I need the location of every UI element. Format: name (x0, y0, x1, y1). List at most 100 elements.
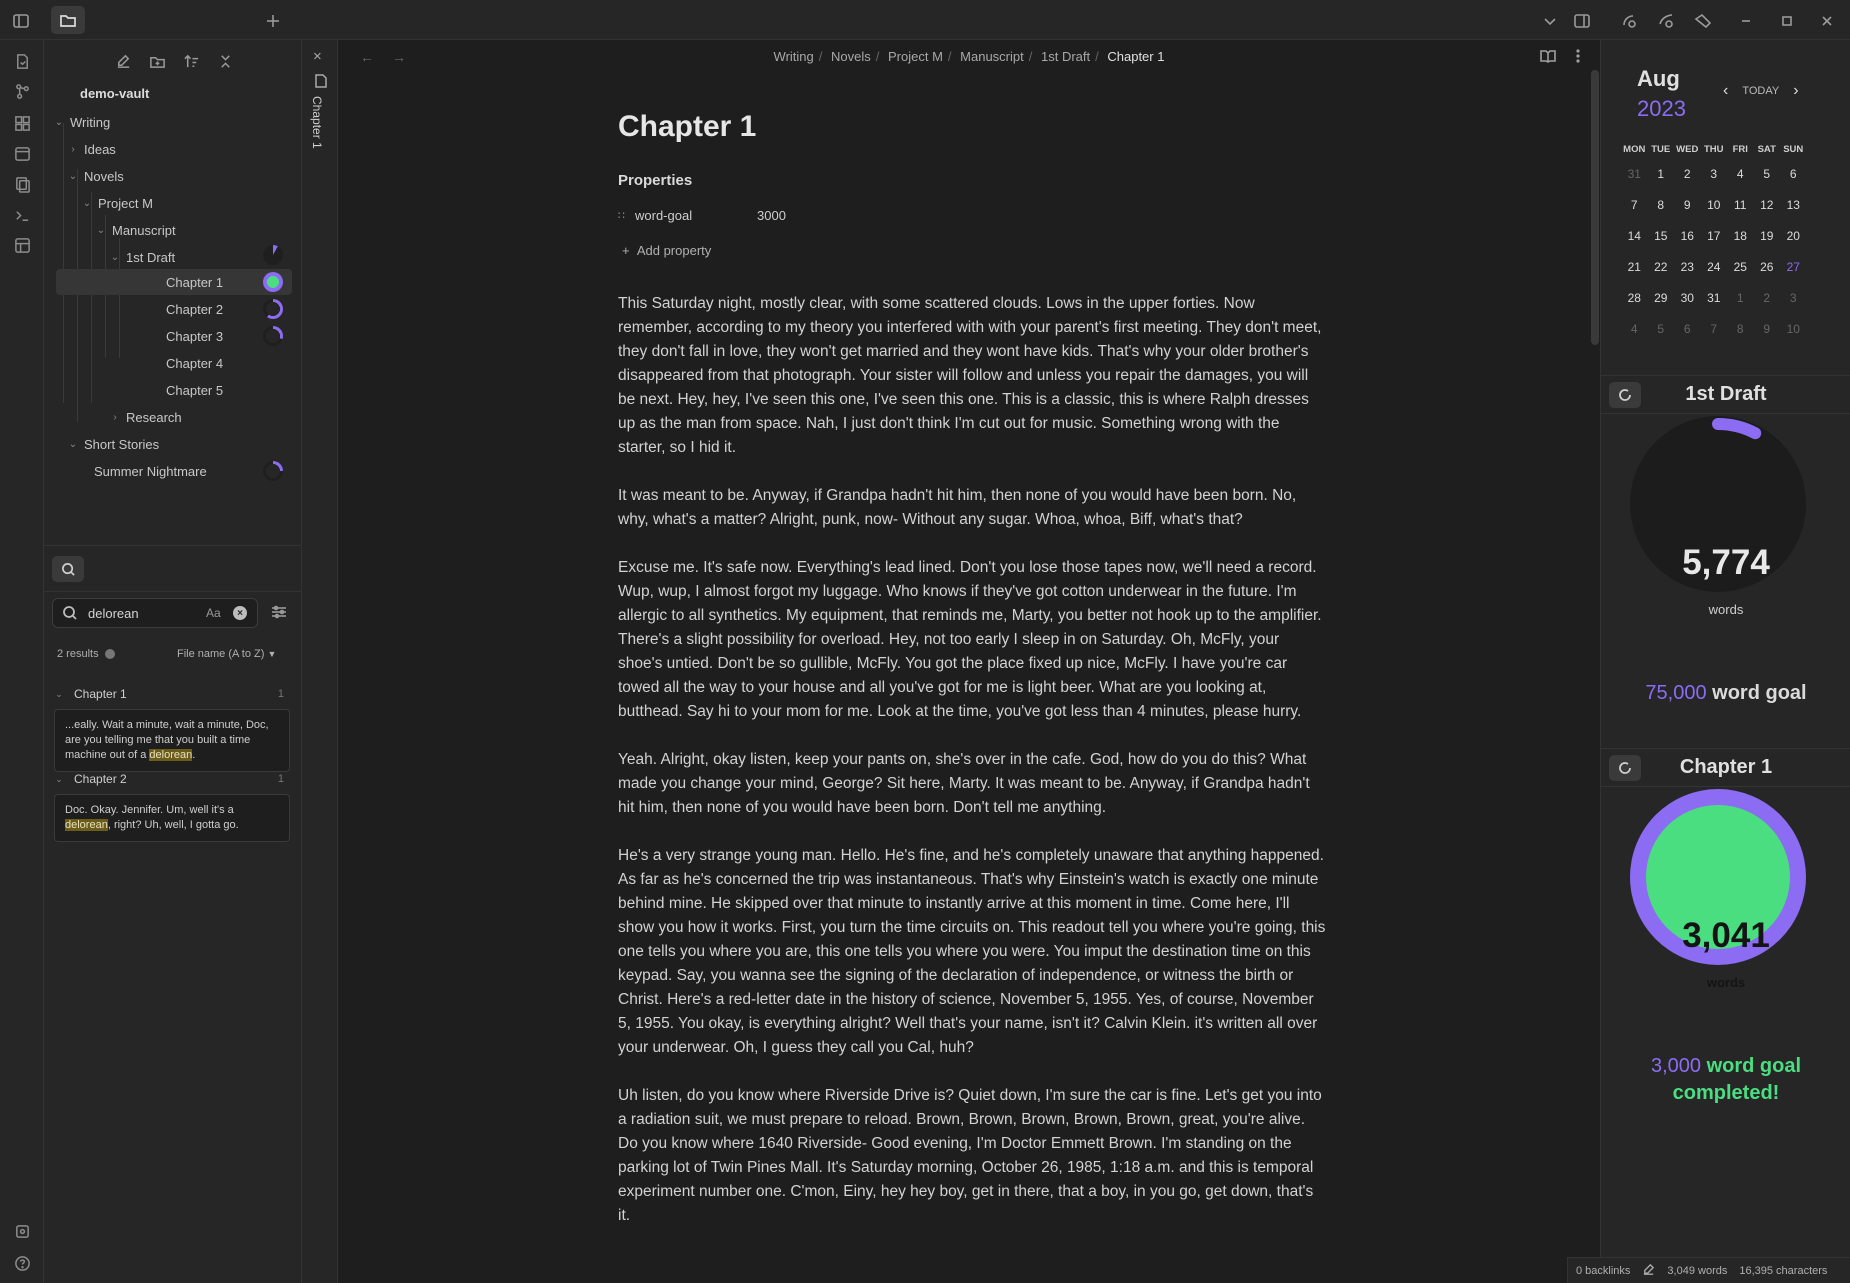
calendar-day[interactable]: 15 (1648, 229, 1675, 243)
sync-icon[interactable] (1618, 10, 1640, 32)
file-chapter-2[interactable]: Chapter 2 (166, 296, 223, 322)
file-chapter-4[interactable]: Chapter 4 (166, 350, 223, 376)
match-case-toggle[interactable]: Aa (206, 606, 221, 620)
calendar-day[interactable]: 17 (1701, 229, 1728, 243)
calendar-day[interactable]: 18 (1727, 229, 1754, 243)
templates-icon[interactable] (11, 173, 33, 195)
file-chapter-5[interactable]: Chapter 5 (166, 377, 223, 403)
new-tab-icon[interactable] (262, 10, 284, 32)
calendar-day[interactable]: 26 (1754, 260, 1781, 274)
publish-icon[interactable] (1655, 10, 1677, 32)
calendar-day[interactable]: 1 (1648, 167, 1675, 181)
calendar-day[interactable]: 5 (1648, 322, 1675, 336)
calendar-day[interactable]: 9 (1674, 198, 1701, 212)
search-input[interactable]: delorean Aa × (52, 598, 258, 628)
edit-icon[interactable] (1642, 1263, 1655, 1279)
calendar-day[interactable]: 25 (1727, 260, 1754, 274)
calendar-icon[interactable] (11, 142, 33, 164)
calendar-day[interactable]: 19 (1754, 229, 1781, 243)
breadcrumb-item[interactable]: Manuscript (960, 49, 1024, 64)
result-snippet[interactable]: ...eally. Wait a minute, wait a minute, … (54, 709, 290, 772)
layout-icon[interactable] (11, 234, 33, 256)
clear-search-icon[interactable]: × (233, 606, 247, 620)
calendar-day[interactable]: 23 (1674, 260, 1701, 274)
calendar-day[interactable]: 7 (1701, 322, 1728, 336)
sidebar-toggle-icon[interactable] (10, 10, 32, 32)
breadcrumb-item[interactable]: Novels (831, 49, 871, 64)
search-settings-icon[interactable] (270, 603, 290, 623)
folder-novels[interactable]: ⌄ Novels (66, 163, 124, 189)
calendar-day[interactable]: 3 (1780, 291, 1807, 305)
folder-manuscript[interactable]: ⌄ Manuscript (94, 217, 176, 243)
reading-view-icon[interactable] (1540, 48, 1556, 69)
command-palette-icon[interactable] (11, 204, 33, 226)
page-title[interactable]: Chapter 1 (618, 110, 756, 144)
new-folder-icon[interactable] (146, 50, 168, 72)
calendar-day[interactable]: 6 (1674, 322, 1701, 336)
close-tab-icon[interactable]: × (313, 48, 322, 65)
calendar-day[interactable]: 21 (1621, 260, 1648, 274)
calendar-day[interactable]: 11 (1727, 198, 1754, 212)
calendar-day[interactable]: 4 (1621, 322, 1648, 336)
file-explorer-tab-button[interactable] (51, 6, 85, 34)
calendar-day[interactable]: 27 (1780, 260, 1807, 274)
file-chapter-3[interactable]: Chapter 3 (166, 323, 223, 349)
calendar-day[interactable]: 10 (1701, 198, 1728, 212)
calendar-day[interactable]: 31 (1701, 291, 1728, 305)
property-value[interactable]: 3000 (757, 208, 786, 223)
note-body[interactable]: This Saturday night, mostly clear, with … (618, 292, 1326, 1252)
calendar-day[interactable]: 7 (1621, 198, 1648, 212)
maximize-icon[interactable] (1776, 10, 1798, 32)
minimize-icon[interactable] (1735, 10, 1757, 32)
quick-switcher-icon[interactable] (11, 50, 33, 72)
calendar-day[interactable]: 24 (1701, 260, 1728, 274)
calendar-day[interactable]: 16 (1674, 229, 1701, 243)
calendar-day[interactable]: 31 (1621, 167, 1648, 181)
breadcrumb-item[interactable]: 1st Draft (1041, 49, 1090, 64)
collapse-all-icon[interactable] (214, 50, 236, 72)
folder-1st-draft[interactable]: ⌄ 1st Draft (108, 244, 175, 270)
breadcrumb-item[interactable]: Writing (774, 49, 814, 64)
folder-writing[interactable]: ⌄ Writing (52, 109, 110, 135)
previous-month-icon[interactable]: ‹ (1723, 82, 1728, 100)
canvas-icon[interactable] (11, 112, 33, 134)
calendar-day[interactable]: 22 (1648, 260, 1675, 274)
backlinks-count[interactable]: 0 backlinks (1576, 1265, 1630, 1277)
calendar-day[interactable]: 14 (1621, 229, 1648, 243)
sort-dropdown[interactable]: File name (A to Z) ▼ (177, 648, 276, 660)
calendar-day[interactable]: 29 (1648, 291, 1675, 305)
tab-chapter-1[interactable]: Chapter 1 (310, 96, 324, 149)
calendar-day[interactable]: 2 (1754, 291, 1781, 305)
calendar-day[interactable]: 4 (1727, 167, 1754, 181)
today-button[interactable]: TODAY (1742, 85, 1779, 97)
breadcrumb-current[interactable]: Chapter 1 (1107, 49, 1164, 64)
calendar-day[interactable]: 1 (1727, 291, 1754, 305)
result-header-chapter-2[interactable]: ⌄ Chapter 21 (52, 768, 292, 790)
calendar-day[interactable]: 13 (1780, 198, 1807, 212)
calendar-day[interactable]: 2 (1674, 167, 1701, 181)
folder-short-stories[interactable]: ⌄ Short Stories (66, 431, 159, 457)
vault-name[interactable]: demo-vault (80, 86, 149, 101)
more-options-icon[interactable] (1570, 48, 1586, 69)
info-icon[interactable] (104, 649, 115, 659)
properties-heading[interactable]: Properties (618, 172, 692, 189)
calendar-day[interactable]: 20 (1780, 229, 1807, 243)
right-sidebar-toggle-icon[interactable] (1571, 10, 1593, 32)
help-icon[interactable] (11, 1252, 33, 1274)
folder-research[interactable]: › Research (108, 404, 181, 430)
next-month-icon[interactable]: › (1793, 82, 1798, 100)
calendar-day[interactable]: 30 (1674, 291, 1701, 305)
tab-list-chevron-icon[interactable] (1539, 10, 1561, 32)
file-summer-nightmare[interactable]: Summer Nightmare (94, 458, 207, 484)
tags-icon[interactable] (1692, 10, 1714, 32)
result-header-chapter-1[interactable]: ⌄ Chapter 11 (52, 683, 292, 705)
calendar-day[interactable]: 6 (1780, 167, 1807, 181)
calendar-day[interactable]: 8 (1727, 322, 1754, 336)
sort-icon[interactable] (180, 50, 202, 72)
calendar-day[interactable]: 3 (1701, 167, 1728, 181)
file-chapter-1[interactable]: Chapter 1 (56, 269, 292, 295)
breadcrumb-item[interactable]: Project M (888, 49, 943, 64)
graph-view-icon[interactable] (11, 80, 33, 102)
close-window-icon[interactable] (1816, 10, 1838, 32)
scrollbar-thumb[interactable] (1591, 70, 1599, 345)
